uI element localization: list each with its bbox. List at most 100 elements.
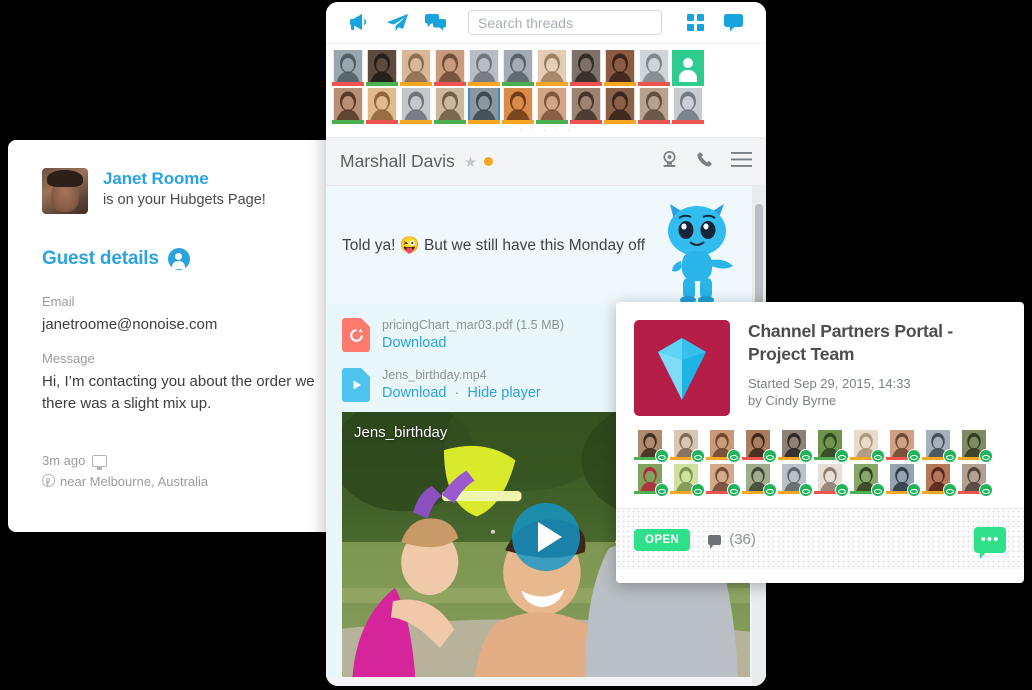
contact-man-suit[interactable] xyxy=(366,50,398,86)
message-line-2: there was a slight mix up. xyxy=(42,395,212,412)
chat-bubble-icon[interactable] xyxy=(714,8,752,38)
avatar-image xyxy=(638,88,670,120)
guest-details-heading: Guest details xyxy=(42,248,304,270)
contact-man-smiling[interactable] xyxy=(434,50,466,86)
message-text-after: But we still have this Monday off xyxy=(423,237,646,254)
project-footer: OPEN (36) ••• xyxy=(616,508,1024,570)
member-19[interactable] xyxy=(922,464,957,497)
location-row: near Melbourne, Australia xyxy=(42,474,304,489)
status-bar xyxy=(604,82,636,86)
member-2[interactable] xyxy=(670,430,705,463)
monitor-icon xyxy=(92,454,108,470)
member-6[interactable] xyxy=(814,430,849,463)
status-bar xyxy=(434,82,466,86)
pdf-file-name: pricingChart_mar03.pdf (1.5 MB) xyxy=(382,318,565,332)
message-bubble: Told ya! 😜 But we still have this Monday… xyxy=(326,186,766,304)
pager-dots[interactable]: · · · · · xyxy=(332,126,760,136)
contact-man-beard[interactable] xyxy=(536,88,568,124)
email-value: janetroome@nonoise.com xyxy=(42,316,218,333)
seen-eye-icon xyxy=(871,483,885,497)
guest-name[interactable]: Janet Roome xyxy=(103,168,266,189)
avatar-image xyxy=(468,88,500,120)
contact-man-glasses[interactable] xyxy=(502,50,534,86)
status-bar xyxy=(638,120,670,124)
project-title[interactable]: Channel Partners Portal - Project Team xyxy=(748,320,1006,366)
member-5[interactable] xyxy=(778,430,813,463)
grid-icon[interactable] xyxy=(676,8,714,38)
member-16[interactable] xyxy=(814,464,849,497)
contact-woman-pale[interactable] xyxy=(638,50,670,86)
chat-bubbles-icon[interactable] xyxy=(416,8,454,38)
hamburger-menu-icon[interactable] xyxy=(731,151,752,172)
contact-man-thinking[interactable] xyxy=(570,88,602,124)
diamond-icon xyxy=(634,320,730,416)
megaphone-icon[interactable] xyxy=(340,8,378,38)
member-8[interactable] xyxy=(886,430,921,463)
contact-man-dark[interactable] xyxy=(604,88,636,124)
contact-woman-brunette[interactable] xyxy=(332,88,364,124)
avatar-image xyxy=(604,50,636,82)
status-bar xyxy=(468,120,500,124)
contact-placeholder[interactable] xyxy=(672,50,704,86)
contact-woman-short-hair[interactable] xyxy=(468,50,500,86)
hide-player-link[interactable]: Hide player xyxy=(467,385,540,401)
member-1[interactable] xyxy=(634,430,669,463)
contact-woman-long-hair[interactable] xyxy=(536,50,568,86)
member-12[interactable] xyxy=(670,464,705,497)
star-icon[interactable]: ★ xyxy=(464,153,477,171)
avatar-row-2 xyxy=(332,88,760,124)
video-download-link[interactable]: Download xyxy=(382,385,447,401)
status-badge[interactable]: OPEN xyxy=(634,528,691,551)
more-chat-icon[interactable]: ••• xyxy=(974,526,1006,559)
search-input[interactable]: Search threads xyxy=(468,10,662,35)
status-bar xyxy=(434,120,466,124)
contact-woman-office[interactable] xyxy=(638,88,670,124)
play-icon[interactable] xyxy=(512,502,580,571)
comment-count[interactable]: (36) xyxy=(708,531,756,549)
seen-eye-icon xyxy=(763,449,777,463)
contact-woman-glasses[interactable] xyxy=(434,88,466,124)
seen-eye-icon xyxy=(979,449,993,463)
member-20[interactable] xyxy=(958,464,993,497)
status-bar xyxy=(604,120,636,124)
contact-woman-warm[interactable] xyxy=(502,88,534,124)
phone-icon[interactable] xyxy=(696,151,713,173)
status-bar xyxy=(400,120,432,124)
seen-eye-icon xyxy=(907,483,921,497)
status-bar xyxy=(468,82,500,86)
contact-woman-dark[interactable] xyxy=(604,50,636,86)
status-bar xyxy=(332,82,364,86)
member-7[interactable] xyxy=(850,430,885,463)
avatar-image xyxy=(502,50,534,82)
status-bar xyxy=(502,120,534,124)
contact-man-sunglasses[interactable] xyxy=(570,50,602,86)
member-10[interactable] xyxy=(958,430,993,463)
webcam-icon[interactable] xyxy=(661,150,678,173)
person-icon xyxy=(167,248,190,270)
contact-woman-glasses-2[interactable] xyxy=(672,88,704,124)
member-15[interactable] xyxy=(778,464,813,497)
status-bar xyxy=(332,120,364,124)
video-title: Jens_birthday xyxy=(354,424,448,441)
member-3[interactable] xyxy=(706,430,741,463)
pdf-download-link[interactable]: Download xyxy=(382,335,447,351)
contact-woman-smiling[interactable] xyxy=(366,88,398,124)
member-13[interactable] xyxy=(706,464,741,497)
paper-plane-icon[interactable] xyxy=(378,8,416,38)
avatar-image xyxy=(672,88,704,120)
contact-woman-blonde[interactable] xyxy=(400,50,432,86)
status-bar xyxy=(536,120,568,124)
member-17[interactable] xyxy=(850,464,885,497)
contact-man-selected[interactable] xyxy=(468,88,500,124)
member-4[interactable] xyxy=(742,430,777,463)
member-14[interactable] xyxy=(742,464,777,497)
video-file-icon xyxy=(342,368,370,402)
member-9[interactable] xyxy=(922,430,957,463)
video-file-name: Jens_birthday.mp4 xyxy=(382,368,487,382)
status-bar xyxy=(366,120,398,124)
contact-man-grey-suit[interactable] xyxy=(400,88,432,124)
time-ago: 3m ago xyxy=(42,453,86,468)
member-11[interactable] xyxy=(634,464,669,497)
contact-cyclist[interactable] xyxy=(332,50,364,86)
member-18[interactable] xyxy=(886,464,921,497)
